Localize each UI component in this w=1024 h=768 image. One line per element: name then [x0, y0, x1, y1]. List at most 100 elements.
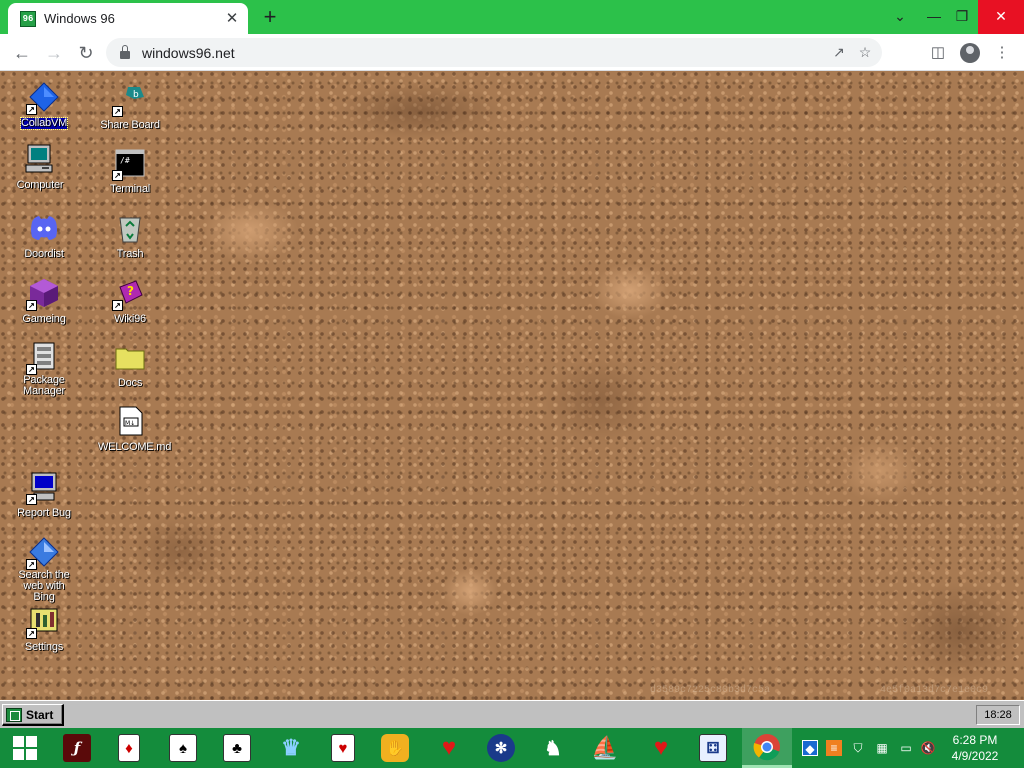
win96-desktop[interactable]: ↗ CollabVM Computer Doordist ↗ Gameing ↗… [0, 71, 1024, 700]
taskbar-app-mahjong[interactable]: ♛ [266, 728, 316, 768]
taskbar-app-dice[interactable]: ⚃ [688, 728, 738, 768]
flash-player-icon: ƒ [63, 734, 91, 762]
forward-arrow-icon[interactable]: → [40, 39, 68, 67]
win96-start-button[interactable]: Start [2, 704, 64, 726]
taskbar-app-solitaire[interactable]: ♦ [104, 728, 154, 768]
taskbar-app-heart[interactable]: ♥ [636, 728, 686, 768]
svg-text:b: b [133, 90, 139, 100]
desktop-icon-computer[interactable]: Computer [8, 143, 72, 193]
browser-tab-strip: 96 Windows 96 ✕ + ⌄ — ❐ ✕ [0, 0, 1024, 34]
hearts-heart-icon: ♥ [653, 734, 669, 761]
profile-avatar[interactable] [956, 39, 984, 67]
taskbar-app-spider[interactable]: ♣ [212, 728, 262, 768]
taskbar-app-emblem[interactable]: ✋ [370, 728, 420, 768]
desktop-icon-report-bug[interactable]: ↗ Report Bug [12, 471, 76, 521]
computer-icon [24, 143, 56, 175]
tray-app-icon[interactable]: ◆ [802, 740, 818, 756]
solitaire-icon: ♦ [118, 734, 140, 762]
mahjong-icon: ♛ [281, 735, 301, 760]
folder-icon [114, 341, 146, 373]
tray-defender-icon[interactable]: ⛉ [850, 740, 866, 756]
share-board-icon: b ↗ [112, 83, 146, 117]
windows96-favicon-icon: 96 [20, 10, 36, 27]
clock-time: 6:28 PM [952, 733, 998, 747]
taskbar-app-cow[interactable]: ♞ [528, 728, 578, 768]
start-label: Start [26, 707, 54, 722]
desktop-icon-trash[interactable]: Trash [98, 212, 162, 262]
url-text[interactable]: windows96.net [142, 45, 235, 61]
win96-logo-icon [6, 707, 22, 722]
trash-icon [114, 212, 146, 244]
desktop-icon-terminal[interactable]: /# ↗ Terminal [98, 147, 162, 197]
reload-icon[interactable]: ↻ [72, 39, 100, 67]
freecell-icon: ♠ [169, 734, 197, 762]
spider-solitaire-icon: ♣ [223, 734, 251, 762]
session-watermark: 4e5f0a13d7c7e1e0c9 [880, 685, 989, 696]
taskbar-app-freecell[interactable]: ♠ [158, 728, 208, 768]
system-clock[interactable]: 6:28 PM 4/9/2022 [944, 732, 1006, 764]
address-bar[interactable]: windows96.net ↗ ☆ [106, 38, 882, 67]
session-watermark: d3589c7225c80b3d7c5a [650, 685, 771, 696]
package-manager-icon: ↗ [26, 341, 60, 375]
desktop-icon-gameing[interactable]: ↗ Gameing [12, 277, 76, 327]
taskbar-app-snowflake[interactable]: ✻ [476, 728, 526, 768]
game-cube-icon: ↗ [26, 277, 60, 311]
sailing-app-icon: ⛵ [591, 735, 619, 760]
markdown-file-icon: M↓ [114, 405, 146, 437]
svg-text:M↓: M↓ [125, 420, 135, 427]
taskbar-app-hearts[interactable]: ♥ [424, 728, 474, 768]
svg-text:?: ? [127, 284, 134, 298]
tab-title: Windows 96 [44, 11, 115, 26]
tab-search-icon[interactable]: ⌄ [884, 0, 916, 34]
clock-date: 4/9/2022 [951, 749, 999, 763]
taskbar-app-chrome[interactable] [742, 728, 792, 768]
restore-button[interactable]: ❐ [946, 0, 978, 34]
terminal-icon: /# ↗ [112, 147, 146, 181]
windows-logo-icon [13, 736, 37, 760]
bing-search-icon: ↗ [26, 536, 60, 570]
bookmark-star-icon[interactable]: ☆ [854, 38, 876, 67]
cow-game-icon: ♞ [544, 737, 562, 760]
settings-icon: ↗ [26, 605, 60, 639]
hearts-game-icon: ♥ [441, 734, 457, 761]
lock-icon[interactable] [120, 45, 130, 59]
desktop-icon-docs[interactable]: Docs [98, 341, 162, 391]
win96-clock[interactable]: 18:28 [976, 705, 1020, 725]
desktop-icon-bing-search[interactable]: ↗ Search the web with Bing [12, 536, 76, 605]
windows-start-button[interactable] [0, 728, 50, 768]
win96-taskbar: Start 18:28 [0, 700, 1024, 728]
discord-icon [28, 212, 60, 244]
new-tab-button[interactable]: + [258, 6, 282, 30]
desktop-icon-collabvm[interactable]: ↗ CollabVM [12, 81, 76, 131]
host-taskbar: ƒ ♦ ♠ ♣ ♛ ♥ ✋ ♥ ✻ ♞ ⛵ ♥ ⚃ ◆ ≡ ⛉ ▦ ▭ 🔇 6:… [0, 728, 1024, 768]
close-window-button[interactable]: ✕ [978, 0, 1024, 34]
diamond-link-icon: ↗ [26, 81, 60, 115]
tab-close-icon[interactable]: ✕ [222, 9, 242, 29]
emblem-app-icon: ✋ [381, 734, 409, 762]
report-bug-icon: ↗ [26, 471, 60, 505]
volume-muted-icon[interactable]: 🔇 [920, 740, 936, 756]
side-panel-icon[interactable]: ◫ [924, 39, 952, 67]
wiki-book-icon: ? ↗ [112, 277, 146, 311]
desktop-icon-welcome-md[interactable]: M↓ WELCOME.md [98, 405, 171, 455]
desktop-icon-settings[interactable]: ↗ Settings [12, 605, 76, 655]
share-icon[interactable]: ↗ [828, 38, 850, 67]
menu-kebab-icon[interactable]: ⋮ [988, 39, 1016, 67]
hearts-card-icon: ♥ [331, 734, 355, 762]
taskbar-app-hearts-card[interactable]: ♥ [318, 728, 368, 768]
desktop-icon-package-manager[interactable]: ↗ Package Manager [12, 341, 76, 399]
browser-toolbar: ← → ↻ windows96.net ↗ ☆ ◫ ⋮ [0, 34, 1024, 71]
tab-windows96[interactable]: 96 Windows 96 ✕ [8, 3, 248, 34]
desktop-icon-doordist[interactable]: Doordist [12, 212, 76, 262]
desktop-icon-wiki96[interactable]: ? ↗ Wiki96 [98, 277, 162, 327]
tray-grid-icon[interactable]: ▦ [874, 740, 890, 756]
dice-game-icon: ⚃ [699, 734, 727, 762]
taskbar-app-sailing[interactable]: ⛵ [580, 728, 630, 768]
snowflake-app-icon: ✻ [487, 734, 515, 762]
chrome-icon [753, 733, 781, 761]
tray-sublime-icon[interactable]: ≡ [826, 740, 842, 756]
network-icon[interactable]: ▭ [898, 740, 914, 756]
back-arrow-icon[interactable]: ← [8, 39, 36, 67]
desktop-icon-share-board[interactable]: b ↗ Share Board [98, 83, 162, 133]
taskbar-app-flash[interactable]: ƒ [52, 728, 102, 768]
